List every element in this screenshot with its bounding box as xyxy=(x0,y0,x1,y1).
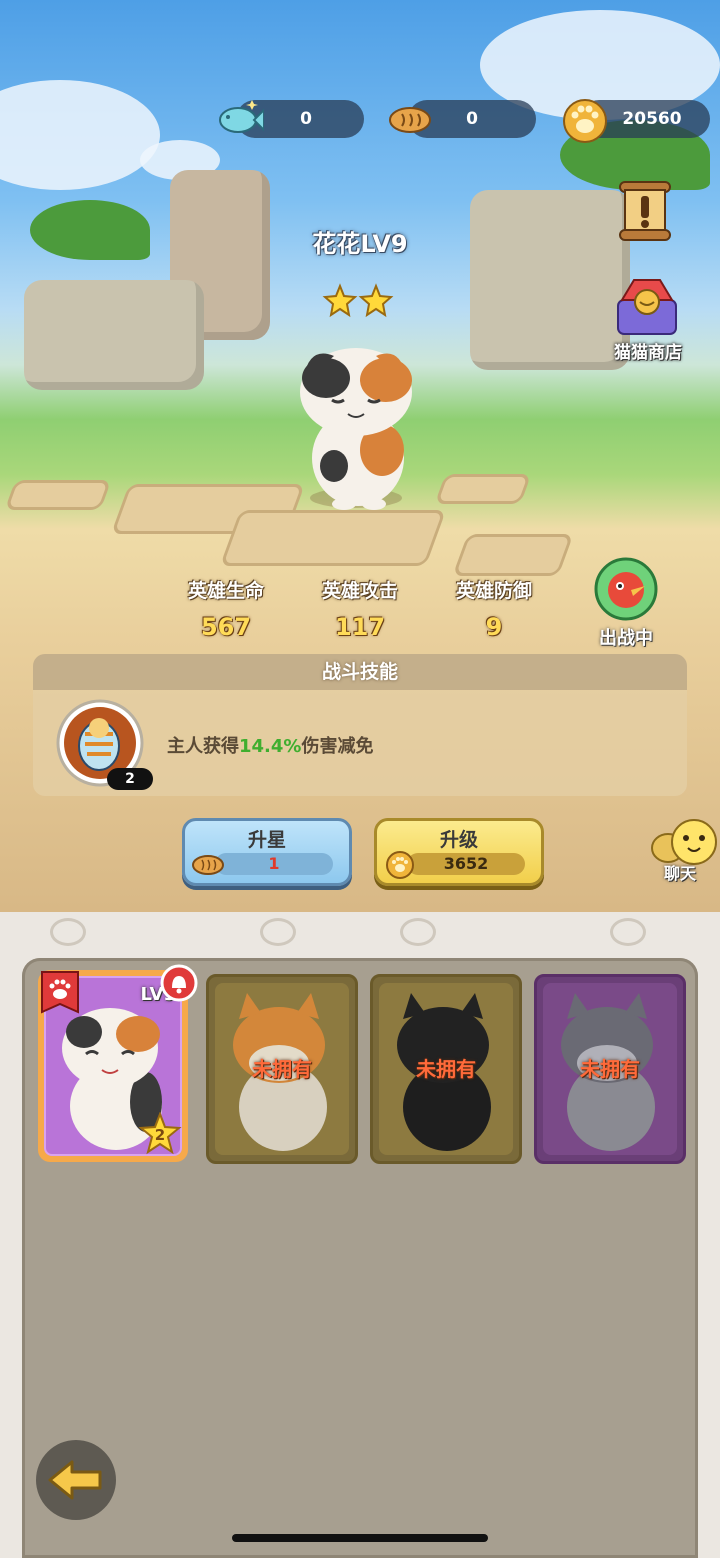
star-level-badge: 2 xyxy=(154,1126,166,1144)
stat-defense-value: 9 xyxy=(485,613,503,641)
skill-level-badge: 2 xyxy=(107,768,153,790)
level-up-cost: 3652 xyxy=(443,854,489,873)
battle-skill-title: 战斗技能 xyxy=(33,654,687,690)
stone-ruin xyxy=(24,280,204,390)
paw-coin-icon xyxy=(563,99,607,143)
panel-ornament xyxy=(260,918,296,946)
stat-attack-value: 117 xyxy=(334,613,386,641)
biscuit-count: 0 xyxy=(466,109,478,129)
hero-star-rating xyxy=(322,283,394,318)
stat-defense: 英雄防御 9 xyxy=(434,576,554,641)
notification-bell-icon xyxy=(160,964,198,1002)
stat-attack-label: 英雄攻击 xyxy=(321,580,398,602)
hero-card-gray[interactable]: 未拥有 xyxy=(534,974,686,1164)
stat-attack: 英雄攻击 117 xyxy=(300,576,420,641)
chat-label[interactable]: 聊天 xyxy=(654,860,706,884)
deploy-status-label: 出战中 xyxy=(599,628,653,649)
skill-text-prefix: 主人获得 xyxy=(167,736,239,757)
floor-tile xyxy=(434,474,532,504)
star-icon xyxy=(358,283,394,318)
paw-tag-icon xyxy=(41,971,79,1014)
battle-skill-panel: 战斗技能 2 主人获得14.4%伤害减免 xyxy=(33,654,687,796)
unowned-label: 未拥有 xyxy=(580,1057,640,1081)
stat-hp-value: 567 xyxy=(200,613,252,641)
arrow-left-icon xyxy=(48,1460,102,1500)
unowned-label: 未拥有 xyxy=(416,1057,476,1081)
floor-tile xyxy=(4,480,112,510)
hero-cat-calico xyxy=(300,348,412,510)
star-up-label: 升星 xyxy=(247,829,286,851)
level-up-button[interactable]: 升级 3652 xyxy=(374,818,544,886)
skill-text-suffix: 伤害减免 xyxy=(301,736,374,757)
unowned-label: 未拥有 xyxy=(252,1057,312,1081)
floor-tile xyxy=(452,534,574,576)
stat-hp: 英雄生命 567 xyxy=(166,576,286,641)
cloud xyxy=(0,80,160,190)
hero-name-level: 花花LV9 xyxy=(312,230,408,258)
panel-ornament xyxy=(50,918,86,946)
home-indicator[interactable] xyxy=(232,1534,488,1542)
fish-biscuit-icon xyxy=(192,855,224,875)
fish-currency-icon xyxy=(219,100,264,133)
back-button[interactable] xyxy=(36,1440,116,1520)
palm-tree xyxy=(30,200,150,260)
paw-count: 20560 xyxy=(622,109,682,129)
floor-tile xyxy=(219,510,447,566)
star-up-cost: 1 xyxy=(268,854,280,873)
deploy-status[interactable]: 出战中 xyxy=(590,556,662,650)
stat-defense-label: 英雄防御 xyxy=(455,580,532,602)
deploy-bird-icon xyxy=(594,557,658,621)
star-up-button[interactable]: 升星 1 xyxy=(182,818,352,886)
hero-card-orange[interactable]: 未拥有 xyxy=(206,974,358,1164)
panel-ornament xyxy=(400,918,436,946)
hero-card-calico[interactable]: LV9 2 xyxy=(38,964,198,1162)
skill-description: 主人获得14.4%伤害减免 xyxy=(167,732,373,758)
hero-card-black[interactable]: 未拥有 xyxy=(370,974,522,1164)
paw-coin-icon xyxy=(386,851,414,879)
quest-scroll-icon[interactable] xyxy=(616,180,674,242)
star-icon xyxy=(322,283,358,318)
cat-shop-icon[interactable] xyxy=(612,274,682,340)
skill-text-highlight: 14.4% xyxy=(239,736,302,757)
stat-hp-label: 英雄生命 xyxy=(187,580,264,602)
panel-ornament xyxy=(610,918,646,946)
fish-biscuit-icon xyxy=(389,107,431,133)
cat-shop-label[interactable]: 猫猫商店 xyxy=(600,338,696,363)
level-up-label: 升级 xyxy=(439,829,478,851)
fish-count: 0 xyxy=(300,109,312,129)
